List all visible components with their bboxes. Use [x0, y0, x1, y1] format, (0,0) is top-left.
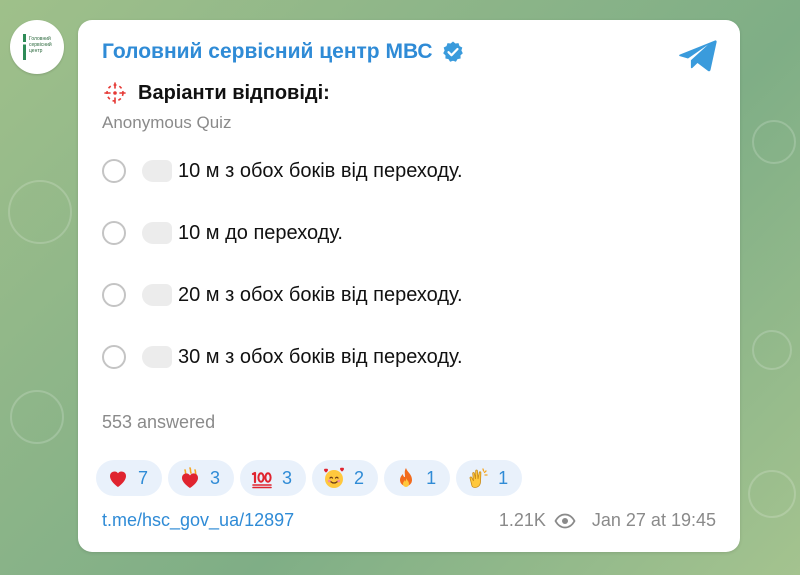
reactions-bar: 7 3 3 2 1 1 — [96, 460, 523, 496]
reaction-hundred[interactable]: 3 — [240, 460, 307, 496]
hundred-points-icon — [251, 471, 272, 489]
quiz-type-label: Anonymous Quiz — [102, 113, 232, 132]
quiz-option[interactable]: 20 м з обох боків від переходу. — [102, 279, 463, 311]
option-text: 30 м з обох боків від переходу. — [178, 345, 463, 368]
reaction-smiling-hearts[interactable]: 2 — [312, 460, 379, 496]
eye-icon — [554, 513, 576, 528]
option-text: 10 м з обох боків від переходу. — [178, 159, 463, 182]
reaction-clapping[interactable]: 1 — [456, 460, 523, 496]
background-doodle — [8, 180, 72, 244]
question-row: Варіанти відповіді: — [102, 80, 330, 106]
option-marker — [142, 346, 172, 368]
reaction-heart-on-fire[interactable]: 3 — [168, 460, 235, 496]
smiling-face-with-hearts-icon — [324, 467, 345, 488]
fire-icon — [400, 468, 413, 487]
option-marker — [142, 160, 172, 182]
verified-badge-icon — [442, 41, 463, 62]
clapping-hands-icon — [469, 468, 488, 488]
reaction-count: 3 — [210, 467, 221, 488]
post-link[interactable]: t.me/hsc_gov_ua/12897 — [102, 510, 294, 531]
radio-button[interactable] — [102, 283, 126, 307]
reaction-fire[interactable]: 1 — [384, 460, 451, 496]
post-date: Jan 27 at 19:45 — [591, 510, 716, 530]
avatar-logo-text: Головний сервісний центр — [29, 36, 52, 54]
background-doodle — [752, 120, 796, 164]
reaction-count: 1 — [426, 467, 437, 488]
views-count: 1.21K — [498, 510, 546, 530]
quiz-sparkle-icon — [104, 82, 126, 104]
quiz-option[interactable]: 10 м до переходу. — [102, 217, 343, 249]
channel-avatar[interactable]: Головний сервісний центр — [10, 20, 64, 74]
channel-name[interactable]: Головний сервісний центр МВС — [102, 40, 433, 64]
reaction-count: 1 — [498, 467, 509, 488]
answered-count: 553 answered — [102, 412, 216, 432]
post-meta: 1.21K Jan 27 at 19:45 — [499, 510, 716, 531]
reaction-count: 7 — [138, 467, 149, 488]
heart-on-fire-icon — [182, 467, 199, 488]
radio-button[interactable] — [102, 221, 126, 245]
red-heart-icon — [110, 471, 126, 487]
background-doodle — [10, 390, 64, 444]
channel-header: Головний сервісний центр МВС — [102, 40, 465, 64]
background-doodle — [752, 330, 792, 370]
radio-button[interactable] — [102, 159, 126, 183]
message-card: Головний сервісний центр МВС Варіанти ві… — [78, 20, 740, 552]
telegram-share-icon[interactable] — [678, 38, 718, 74]
option-marker — [142, 222, 172, 244]
quiz-option[interactable]: 30 м з обох боків від переходу. — [102, 341, 463, 373]
reaction-heart[interactable]: 7 — [96, 460, 163, 496]
reaction-count: 2 — [354, 467, 365, 488]
background-doodle — [748, 470, 796, 518]
reaction-count: 3 — [282, 467, 293, 488]
option-text: 20 м з обох боків від переходу. — [178, 283, 463, 306]
option-text: 10 м до переходу. — [178, 221, 343, 244]
quiz-option[interactable]: 10 м з обох боків від переходу. — [102, 155, 463, 187]
avatar-logo-mark — [23, 34, 26, 60]
radio-button[interactable] — [102, 345, 126, 369]
quiz-question: Варіанти відповіді: — [138, 81, 330, 104]
option-marker — [142, 284, 172, 306]
